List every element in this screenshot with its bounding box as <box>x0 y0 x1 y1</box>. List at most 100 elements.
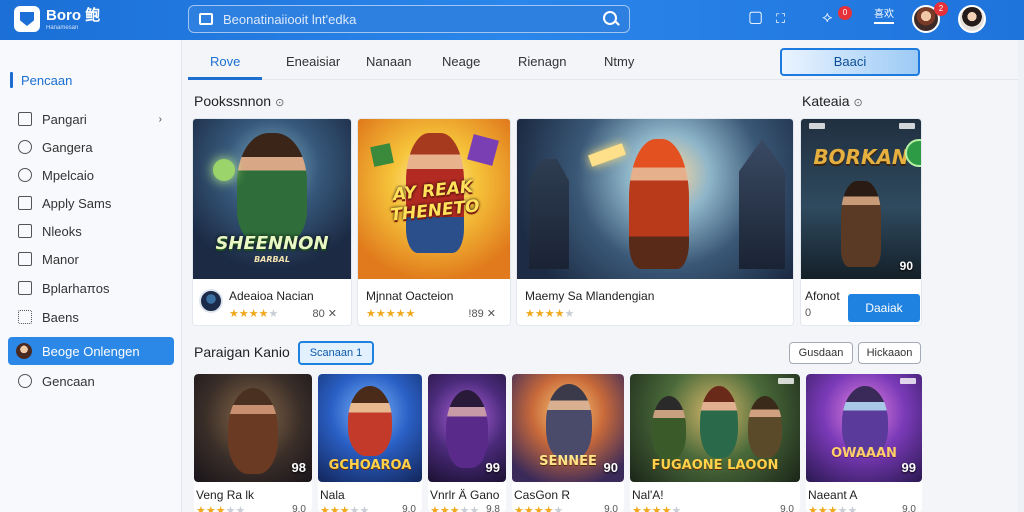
sidebar-item-label: Gangera <box>42 139 93 155</box>
game-title: Veng Ra lk <box>196 488 255 502</box>
hero-character-icon <box>228 388 278 474</box>
account-avatar[interactable] <box>958 5 986 33</box>
star-rating: ★★★★★ <box>320 505 370 512</box>
hero-character-icon <box>700 386 738 458</box>
refresh-icon <box>18 374 32 388</box>
star-rating: ★★★★★ <box>525 308 575 320</box>
tab-rienagn[interactable]: Rienagn <box>518 54 566 69</box>
hero-character-icon <box>748 396 782 458</box>
sidebar-item-gangera[interactable]: Gangera <box>14 134 174 160</box>
game-card[interactable]: SENNEE 90 CasGon R ★★★★★ 9.0 <box>512 374 624 512</box>
featured-title-text: Pookssnnon <box>194 93 272 109</box>
tab-rove[interactable]: Rove <box>210 54 240 69</box>
install-button[interactable]: Daaiak <box>848 294 920 322</box>
hero-character-icon <box>446 390 488 468</box>
game-card[interactable]: 99 Vnrlr Ä Gano ★★★★★ 9.8 <box>428 374 506 512</box>
game-title: CasGon R <box>514 488 571 502</box>
tab-ntmy[interactable]: Ntmy <box>604 54 634 69</box>
sidebar-item-manor[interactable]: Manor <box>14 246 174 272</box>
grid-icon <box>18 310 32 324</box>
game-card[interactable]: FUGAONE LAOON Nal'A! ★★★★★ 9.0 <box>630 374 800 512</box>
sidebar-item-label: Gencaan <box>42 373 95 389</box>
search-icon[interactable] <box>603 11 619 27</box>
game-card[interactable]: OWAAAN 99 Naeant A ★★★★★ 9.0 <box>806 374 922 512</box>
game-card[interactable]: GCHOAROA Nala ★★★★★ 9.0 <box>318 374 422 512</box>
row2-section-title: Paraigan Kanio <box>194 344 290 360</box>
platform-tag-icon <box>899 123 915 129</box>
notification-icon[interactable]: ⟡ 0 <box>822 6 852 26</box>
sidebar-item-pangari[interactable]: Pangari › <box>14 106 174 132</box>
game-art-image: AY REAK THENETO <box>358 119 510 279</box>
sidebar-item-nleoks[interactable]: Nleoks <box>14 218 174 244</box>
featured-card[interactable]: AY REAK THENETO Mjnnat Oacteion ★★★★★ !8… <box>357 118 511 326</box>
info-icon[interactable]: ⊙ <box>275 97 284 109</box>
star-rating: ★★★★★ <box>229 308 279 320</box>
game-title: Afonot <box>805 289 840 303</box>
sidebar-item-apply-sams[interactable]: Apply Sams <box>14 190 174 216</box>
game-logo-text: AY REAK THENETO <box>389 176 481 226</box>
game-title: Mjnnat Oacteion <box>366 289 454 303</box>
game-meta: 9.0 <box>780 504 794 512</box>
sidebar-brand-label: Pencaan <box>21 72 73 88</box>
search-bar[interactable] <box>188 5 630 33</box>
game-logo-text: FUGAONE LAOON <box>651 458 779 473</box>
page-scrollbar[interactable] <box>1018 40 1024 512</box>
filter-chip[interactable]: Hickaaon <box>858 342 921 364</box>
game-art-image: BORKAN 90 <box>801 119 921 279</box>
primary-action-button[interactable]: Baaci <box>780 48 920 76</box>
hero-character-icon <box>652 396 686 460</box>
side-title-text: Kateaia <box>802 93 850 109</box>
game-title: Maemy Sa Mlandengian <box>525 289 655 303</box>
sidebar-item-beoge-onlengen[interactable]: Beoge Onlengen <box>8 337 174 365</box>
game-logo-text: BORKAN <box>813 145 909 169</box>
rating-badge: 99 <box>901 460 916 475</box>
featured-card[interactable]: Maemy Sa Mlandengian ★★★★★ <box>516 118 794 326</box>
game-logo-text: OWAAAN <box>831 446 897 461</box>
game-title: Naeant A <box>808 488 858 502</box>
sidebar-item-bplarhaos[interactable]: Bplarhaπos <box>14 275 174 301</box>
tab-neage[interactable]: Neage <box>442 54 480 69</box>
game-art-image: OWAAAN 99 <box>806 374 922 482</box>
game-art-image <box>517 119 793 279</box>
spark-icon <box>588 143 626 167</box>
sidebar-brand[interactable]: Pencaan <box>10 72 72 88</box>
publisher-avatar <box>199 289 223 313</box>
sidebar-item-mpelcaio[interactable]: Mpelcaio <box>14 162 174 188</box>
sidebar-item-gencaan[interactable]: Gencaan <box>14 368 174 394</box>
chat-icon[interactable]: ▢ <box>748 10 763 26</box>
platform-tag-icon <box>900 378 916 384</box>
rating-badge: 90 <box>899 259 913 273</box>
sidebar-item-label: Beoge Onlengen <box>42 343 140 359</box>
tab-eneaisiar[interactable]: Eneaisiar <box>286 54 340 69</box>
star-rating: ★★★★★ <box>366 308 416 320</box>
star-rating: ★★★★★ <box>196 505 246 512</box>
sidebar-item-label: Apply Sams <box>42 195 112 211</box>
app-logo[interactable]: Boro 鲍 Hanamesan <box>14 6 100 32</box>
sidebar-item-label: Bplarhaπos <box>42 280 110 296</box>
hero-character-icon <box>348 386 392 456</box>
avatar <box>16 343 32 359</box>
filter-box-icon <box>199 13 213 25</box>
filter-chip[interactable]: Gusdaan <box>789 342 853 364</box>
logo-title: Boro 鲍 <box>46 6 101 24</box>
platform-tag-icon <box>809 123 825 129</box>
featured-card[interactable]: SHEENNON BARBAL Adeaioa Nacian ★★★★★ 80 … <box>192 118 352 326</box>
profile-label-text: 喜欢 <box>874 9 894 20</box>
block-icon <box>467 134 499 166</box>
game-title: Nala <box>320 488 345 502</box>
sidebar-item-label: Mpelcaio <box>42 167 95 183</box>
sidebar-item-baens[interactable]: Baens <box>14 304 174 330</box>
hero-character-icon <box>237 133 307 243</box>
sidebar-item-label: Nleoks <box>42 223 82 239</box>
platform-tag-icon <box>778 378 794 384</box>
featured-section-title: Pookssnnon ⊙ <box>194 93 284 109</box>
game-meta: 9.0 <box>402 504 416 512</box>
rating-badge: 99 <box>485 460 500 475</box>
filter-chip-active[interactable]: Scanaan 1 <box>298 341 374 365</box>
info-icon[interactable]: ⊙ <box>853 97 862 109</box>
game-card[interactable]: 98 Veng Ra lk ★★★★★ 9.0 <box>194 374 312 512</box>
expand-icon[interactable]: ⛶ <box>776 12 785 25</box>
tab-nanaan[interactable]: Nanaan <box>366 54 412 69</box>
profile-menu-label[interactable]: 喜欢 <box>872 9 896 24</box>
search-input[interactable] <box>223 11 603 27</box>
